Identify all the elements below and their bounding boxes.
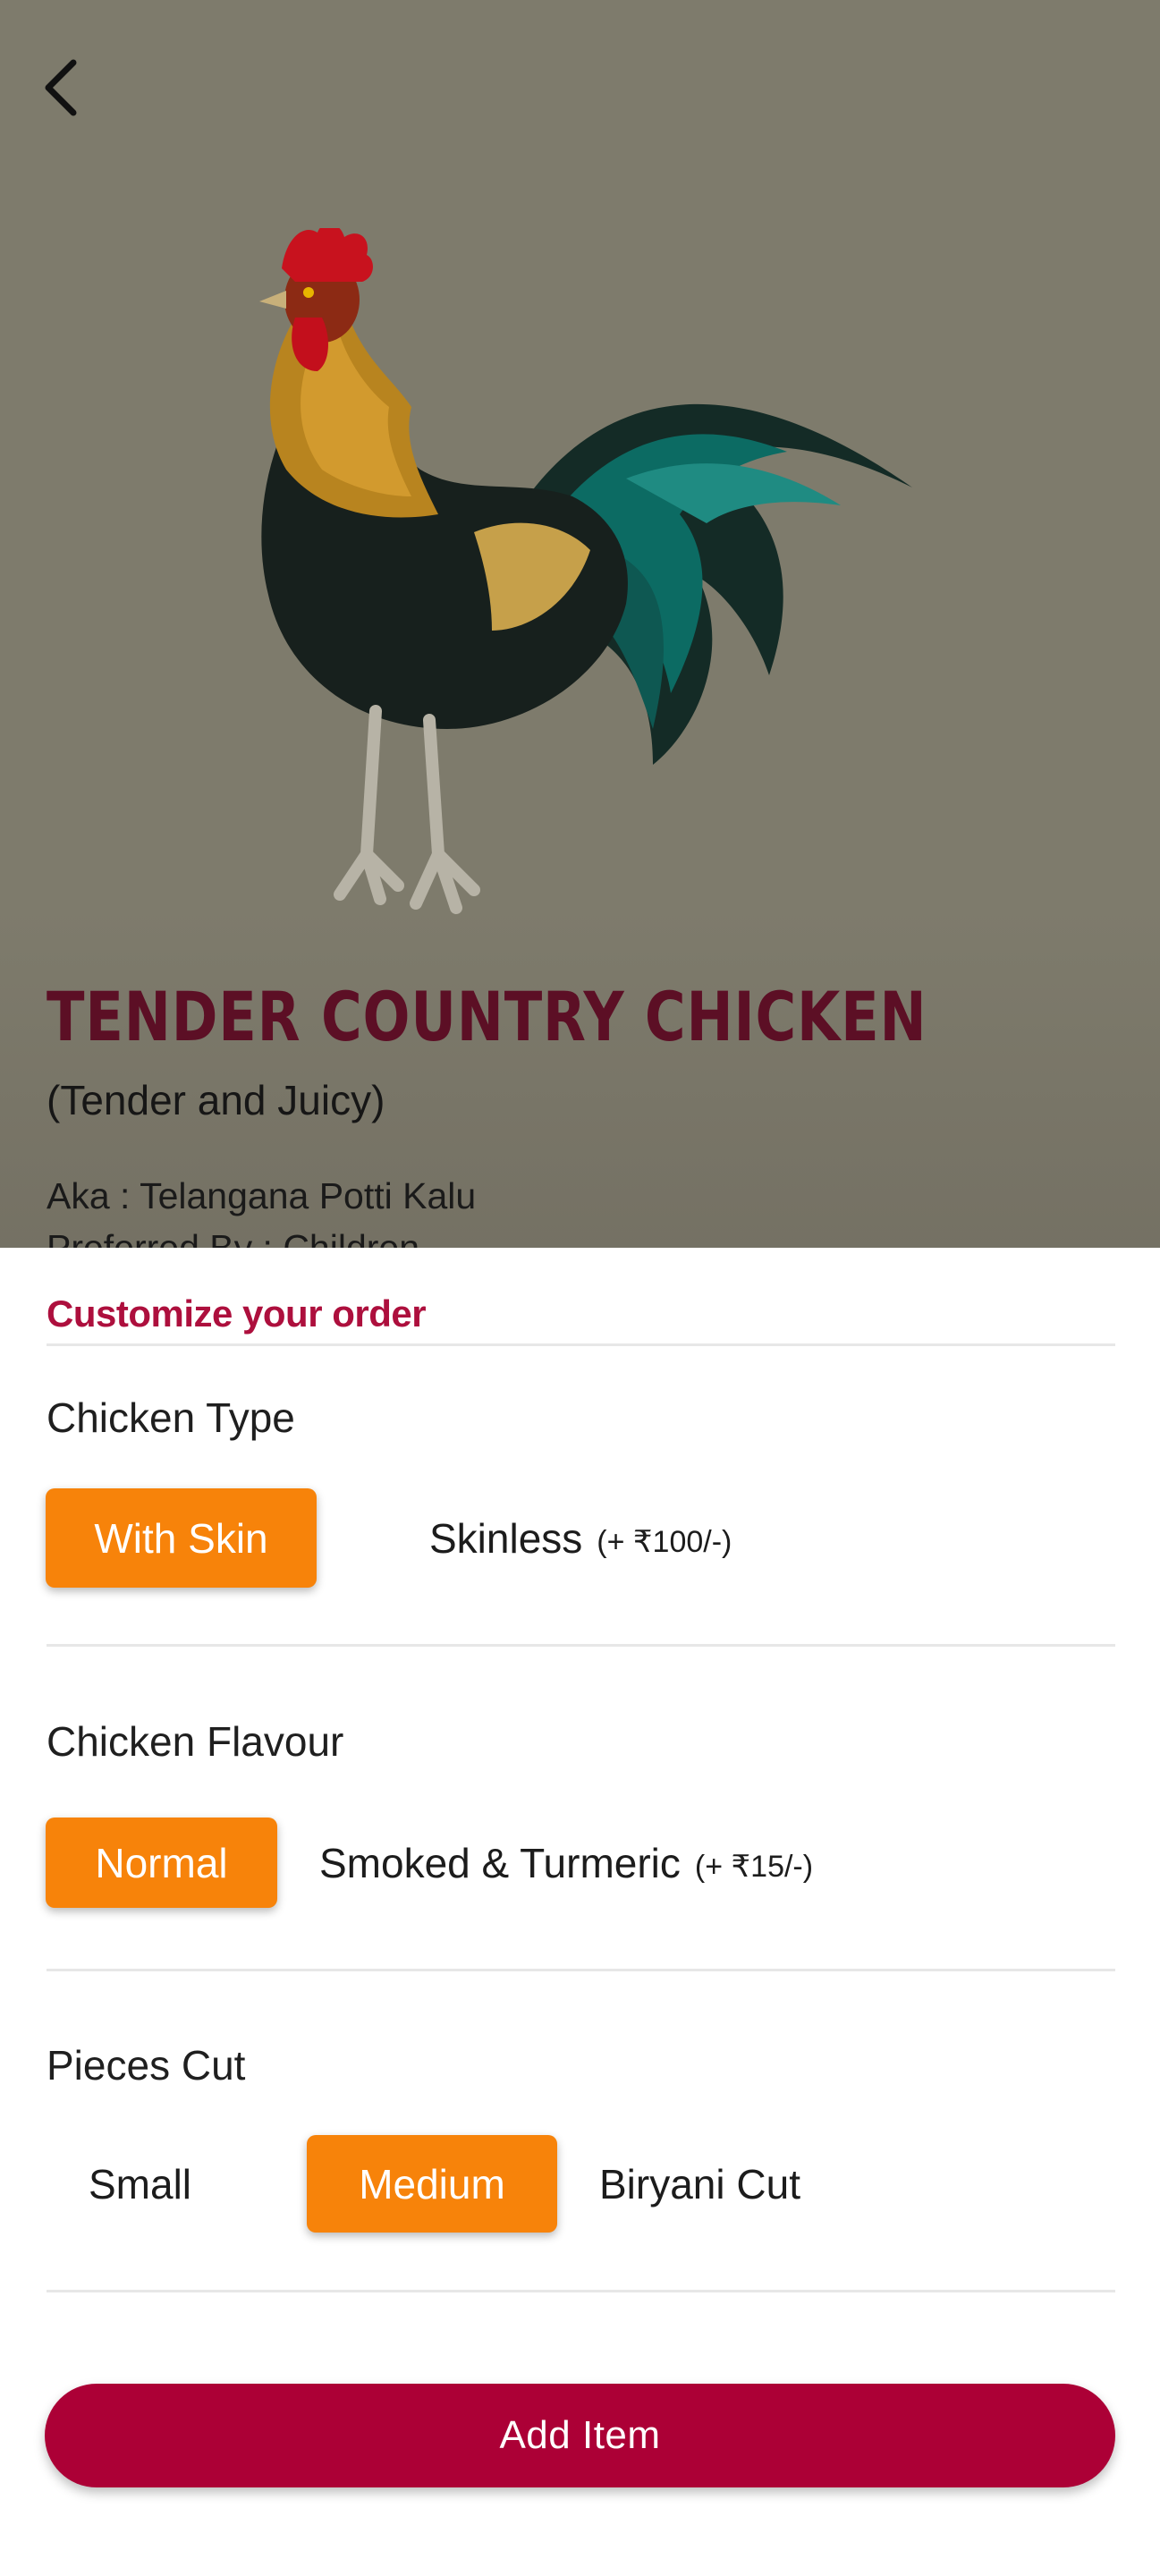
back-button[interactable] bbox=[32, 55, 89, 120]
option-skinless[interactable]: Skinless (+ ₹100/-) bbox=[429, 1488, 894, 1588]
option-label: Skinless bbox=[429, 1514, 583, 1562]
customize-sheet: Customize your order Chicken Type With S… bbox=[0, 1248, 1160, 2576]
option-biryani-cut[interactable]: Biryani Cut bbox=[599, 2135, 894, 2233]
divider bbox=[47, 1969, 1115, 1971]
option-label: Biryani Cut bbox=[599, 2160, 800, 2207]
option-smoked-turmeric[interactable]: Smoked & Turmeric (+ ₹15/-) bbox=[319, 1818, 892, 1908]
add-item-button[interactable]: Add Item bbox=[45, 2384, 1115, 2487]
divider bbox=[47, 2290, 1115, 2292]
product-hero: TENDER COUNTRY CHICKEN (Tender and Juicy… bbox=[0, 0, 1160, 1248]
divider bbox=[47, 1644, 1115, 1647]
product-preferred-by: Preferred By : Children bbox=[47, 1227, 420, 1248]
rooster-image bbox=[259, 228, 912, 914]
option-price-extra: (+ ₹15/-) bbox=[694, 1849, 814, 1884]
section-title-chicken-flavour: Chicken Flavour bbox=[47, 1718, 344, 1765]
option-label: Smoked & Turmeric bbox=[319, 1839, 681, 1886]
option-label: Small bbox=[89, 2160, 192, 2207]
chevron-left-icon bbox=[45, 59, 77, 116]
option-label: With Skin bbox=[94, 1514, 268, 1562]
section-title-pieces-cut: Pieces Cut bbox=[47, 2042, 246, 2089]
product-subtitle: (Tender and Juicy) bbox=[47, 1077, 385, 1123]
section-title-chicken-type: Chicken Type bbox=[47, 1394, 295, 1441]
product-title: TENDER COUNTRY CHICKEN bbox=[47, 977, 927, 1056]
option-normal[interactable]: Normal bbox=[46, 1818, 277, 1908]
option-label: Normal bbox=[95, 1839, 228, 1886]
divider bbox=[47, 1343, 1115, 1346]
option-medium[interactable]: Medium bbox=[307, 2135, 557, 2233]
option-small[interactable]: Small bbox=[46, 2135, 242, 2233]
product-aka: Aka : Telangana Potti Kalu bbox=[47, 1175, 477, 1216]
option-label: Medium bbox=[359, 2160, 505, 2207]
option-with-skin[interactable]: With Skin bbox=[46, 1488, 317, 1588]
option-price-extra: (+ ₹100/-) bbox=[597, 1524, 732, 1559]
add-item-label: Add Item bbox=[499, 2413, 661, 2457]
customize-title: Customize your order bbox=[47, 1292, 427, 1335]
